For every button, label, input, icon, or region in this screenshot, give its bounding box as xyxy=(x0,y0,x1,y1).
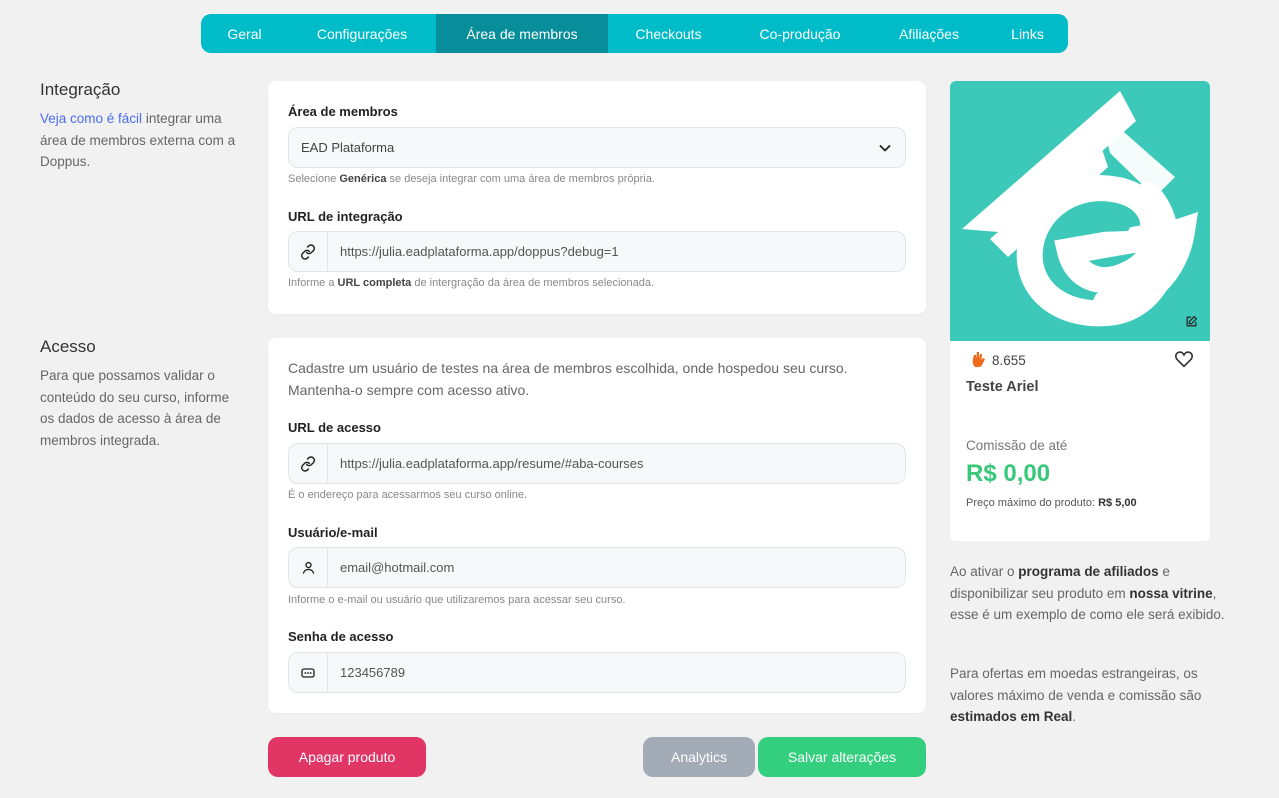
edit-image-icon[interactable] xyxy=(1185,315,1198,333)
how-to-link[interactable]: Veja como é fácil xyxy=(40,111,142,126)
rating-value: 8.655 xyxy=(992,353,1026,368)
members-area-value: EAD Plataforma xyxy=(301,140,395,155)
affiliate-info-text: Ao ativar o programa de afiliados e disp… xyxy=(950,564,1225,622)
password-input[interactable]: 123456789 xyxy=(328,665,905,680)
hand-icon xyxy=(970,350,986,371)
analytics-button[interactable]: Analytics xyxy=(643,737,755,777)
members-area-select[interactable]: EAD Plataforma xyxy=(288,127,906,168)
integration-url-hint: Informe a URL completa de intergração da… xyxy=(288,277,655,289)
access-url-input[interactable]: https://julia.eadplataforma.app/resume/#… xyxy=(328,456,905,471)
integration-text: Veja como é fácil integrar uma área de m… xyxy=(40,111,236,169)
access-description: Acesso Para que possamos validar o conte… xyxy=(40,337,240,451)
product-logo-icon xyxy=(962,91,1199,327)
members-area-label: Área de membros xyxy=(288,104,398,119)
product-preview-card: 8.655 Teste Ariel Comissão de até R$ 0,0… xyxy=(950,81,1210,541)
commission-value: R$ 0,00 xyxy=(966,460,1051,487)
tab-links[interactable]: Links xyxy=(987,14,1068,53)
tab-area-de-membros[interactable]: Área de membros xyxy=(436,14,608,53)
access-url-label: URL de acesso xyxy=(288,420,381,435)
link-icon xyxy=(289,232,328,271)
access-url-field[interactable]: https://julia.eadplataforma.app/resume/#… xyxy=(288,443,906,484)
max-price: Preço máximo do produto: R$ 5,00 xyxy=(966,497,1137,509)
link-icon xyxy=(289,444,328,483)
password-icon xyxy=(289,653,328,692)
tab-bar: Geral Configurações Área de membros Chec… xyxy=(201,14,1068,53)
user-field[interactable]: email@hotmail.com xyxy=(288,547,906,588)
tab-checkouts[interactable]: Checkouts xyxy=(608,14,729,53)
tab-co-producao[interactable]: Co-produção xyxy=(729,14,871,53)
access-text: Para que possamos validar o conteúdo do … xyxy=(40,368,230,448)
product-image xyxy=(950,81,1210,341)
product-name: Teste Ariel xyxy=(966,379,1039,395)
user-hint: Informe o e-mail ou usuário que utilizar… xyxy=(288,594,626,606)
members-area-hint: Selecione Genérica se deseja integrar co… xyxy=(288,173,655,185)
access-card: Cadastre um usuário de testes na área de… xyxy=(268,338,926,713)
integration-title: Integração xyxy=(40,80,121,99)
access-title: Acesso xyxy=(40,337,96,356)
password-field[interactable]: 123456789 xyxy=(288,652,906,693)
integration-url-label: URL de integração xyxy=(288,209,403,224)
user-input[interactable]: email@hotmail.com xyxy=(328,560,905,575)
commission-label: Comissão de até xyxy=(966,438,1068,453)
tab-geral[interactable]: Geral xyxy=(201,14,288,53)
integration-card: Área de membros EAD Plataforma Selecione… xyxy=(268,81,926,314)
delete-product-button[interactable]: Apagar produto xyxy=(268,737,426,777)
password-label: Senha de acesso xyxy=(288,629,394,644)
chevron-down-icon xyxy=(865,141,905,155)
integration-description: Integração Veja como é fácil integrar um… xyxy=(40,80,240,173)
user-label: Usuário/e-mail xyxy=(288,525,378,540)
save-changes-button[interactable]: Salvar alterações xyxy=(758,737,926,777)
access-intro: Cadastre um usuário de testes na área de… xyxy=(288,360,848,398)
heart-icon[interactable] xyxy=(1174,350,1194,373)
currency-info-text: Para ofertas em moedas estrangeiras, os … xyxy=(950,666,1202,724)
user-icon xyxy=(289,548,328,587)
integration-url-field[interactable]: https://julia.eadplataforma.app/doppus?d… xyxy=(288,231,906,272)
access-url-hint: É o endereço para acessarmos seu curso o… xyxy=(288,489,528,501)
product-rating: 8.655 xyxy=(970,350,1026,371)
tab-configuracoes[interactable]: Configurações xyxy=(288,14,436,53)
integration-url-input[interactable]: https://julia.eadplataforma.app/doppus?d… xyxy=(328,244,905,259)
tab-afiliacoes[interactable]: Afiliações xyxy=(871,14,987,53)
